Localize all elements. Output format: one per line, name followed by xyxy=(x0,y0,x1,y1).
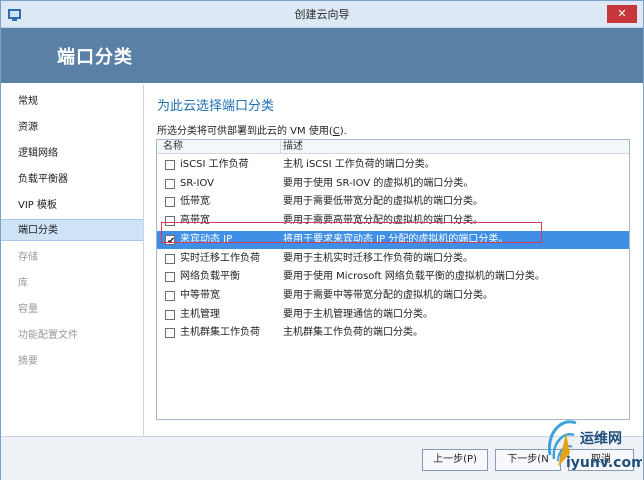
row-checkbox[interactable]: ✔ xyxy=(165,234,175,247)
row-name: 中等带宽 xyxy=(180,289,220,301)
list-item[interactable]: SR-IOV 要用于使用 SR-IOV 的虚拟机的端口分类。 xyxy=(157,175,629,193)
list-item[interactable]: 实时迁移工作负荷 要用于主机实时迁移工作负荷的端口分类。 xyxy=(157,250,629,268)
main-panel: 为此云选择端口分类 所选分类将可供部署到此云的 VM 使用(C). 名称 描述 … xyxy=(144,85,643,436)
row-description: 要用于主机管理通信的端口分类。 xyxy=(283,308,433,320)
sidebar-step-item[interactable]: VIP 模板 xyxy=(1,195,143,217)
row-description: 要用于主机实时迁移工作负荷的端口分类。 xyxy=(283,252,473,264)
row-description: 主机 iSCSI 工作负荷的端口分类。 xyxy=(283,159,435,170)
list-item[interactable]: 主机群集工作负荷 主机群集工作负荷的端口分类。 xyxy=(157,324,629,342)
row-checkbox[interactable] xyxy=(165,216,175,227)
row-checkbox[interactable] xyxy=(165,160,175,170)
row-description: 将用于要求来宾动态 IP 分配的虚拟机的端口分类。 xyxy=(283,233,509,245)
row-checkbox[interactable] xyxy=(165,272,175,283)
row-checkbox[interactable] xyxy=(165,178,175,189)
section-description: 所选分类将可供部署到此云的 VM 使用(C). xyxy=(157,126,347,137)
sidebar-step-item: 功能配置文件 xyxy=(18,330,78,341)
title-bar: 创建云向导 ✕ xyxy=(1,1,643,28)
page-title: 端口分类 xyxy=(57,47,133,68)
row-checkbox[interactable] xyxy=(165,253,175,264)
row-checkbox[interactable] xyxy=(165,197,175,208)
column-header-name[interactable]: 名称 xyxy=(163,140,183,154)
list-item[interactable]: 网络负载平衡 要用于使用 Microsoft 网络负载平衡的虚拟机的端口分类。 xyxy=(157,268,629,286)
sidebar-step-item[interactable]: 端口分类 xyxy=(1,219,143,241)
row-description: 要用于使用 Microsoft 网络负载平衡的虚拟机的端口分类。 xyxy=(283,271,545,283)
sidebar-step-item: 容量 xyxy=(18,304,38,315)
sidebar-step-item[interactable]: 常规 xyxy=(1,91,143,113)
row-description: 主机群集工作负荷的端口分类。 xyxy=(283,327,423,339)
row-checkbox[interactable] xyxy=(165,328,175,339)
row-name: 低带宽 xyxy=(180,196,210,208)
sidebar-step-item[interactable]: 逻辑网络 xyxy=(1,143,143,165)
previous-button[interactable]: 上一步(P) xyxy=(422,449,488,471)
list-item[interactable]: iSCSI 工作负荷 主机 iSCSI 工作负荷的端口分类。 xyxy=(157,156,629,174)
row-name: iSCSI 工作负荷 xyxy=(180,159,249,170)
next-button[interactable]: 下一步(N xyxy=(495,449,561,471)
sidebar-step-item: 摘要 xyxy=(18,356,38,367)
section-title: 为此云选择端口分类 xyxy=(157,99,275,114)
column-header-description[interactable]: 描述 xyxy=(283,140,303,154)
wizard-footer: 上一步(P) 下一步(N 取消 xyxy=(1,436,643,480)
wizard-header: 端口分类 xyxy=(1,28,643,83)
row-name: 高带宽 xyxy=(180,215,210,227)
row-description: 要用于需要高带宽分配的虚拟机的端口分类。 xyxy=(283,215,483,227)
window-title: 创建云向导 xyxy=(294,8,350,21)
row-name: 主机管理 xyxy=(180,308,220,320)
row-name: SR-IOV xyxy=(180,177,214,189)
sidebar-step-item[interactable]: 资源 xyxy=(1,117,143,139)
column-separator[interactable] xyxy=(280,141,281,153)
wizard-steps-sidebar: 常规资源逻辑网络负载平衡器 VIP 模板 端口分类存储库容量功能配置文件 摘要 xyxy=(1,85,144,436)
row-name: 主机群集工作负荷 xyxy=(180,327,260,339)
list-item[interactable]: 主机管理 要用于主机管理通信的端口分类。 xyxy=(157,306,629,324)
row-description: 要用于使用 SR-IOV 的虚拟机的端口分类。 xyxy=(283,177,474,189)
row-name: 网络负载平衡 xyxy=(180,271,240,283)
row-name: 实时迁移工作负荷 xyxy=(180,252,260,264)
list-header: 名称 描述 xyxy=(157,140,629,154)
wizard-window: 创建云向导 ✕ 端口分类 常规 资源 逻辑网络 负载平衡器 VIP 模板 端口分类 存储库容… xyxy=(0,0,644,480)
port-classification-list[interactable]: 名称 描述 iSCSI 工作负荷 主机 iSCSI 工作负荷的端口分类。 SR-IO… xyxy=(156,139,630,420)
row-name: 来宾动态 IP xyxy=(180,233,233,245)
list-item[interactable]: ✔ 来宾动态 IP 将用于要求来宾动态 IP 分配的虚拟机的端口分类。 xyxy=(157,230,629,249)
list-item[interactable]: 低带宽 要用于需要低带宽分配的虚拟机的端口分类。 xyxy=(157,193,629,211)
cancel-button[interactable]: 取消 xyxy=(568,449,634,471)
list-item[interactable]: 中等带宽 要用于需要中等带宽分配的虚拟机的端口分类。 xyxy=(157,287,629,305)
row-checkbox[interactable] xyxy=(165,309,175,320)
close-button[interactable]: ✕ xyxy=(607,5,637,23)
row-description: 要用于需要低带宽分配的虚拟机的端口分类。 xyxy=(283,196,483,208)
sidebar-step-item: 存储 xyxy=(18,252,38,263)
sidebar-step-item[interactable]: 负载平衡器 xyxy=(1,169,143,191)
row-checkbox[interactable] xyxy=(165,290,175,301)
list-item[interactable]: 高带宽 要用于需要高带宽分配的虚拟机的端口分类。 xyxy=(157,212,629,230)
checkmark-icon: ✔ xyxy=(167,235,176,247)
row-description: 要用于需要中等带宽分配的虚拟机的端口分类。 xyxy=(283,289,493,301)
sidebar-step-item: 库 xyxy=(18,278,28,289)
